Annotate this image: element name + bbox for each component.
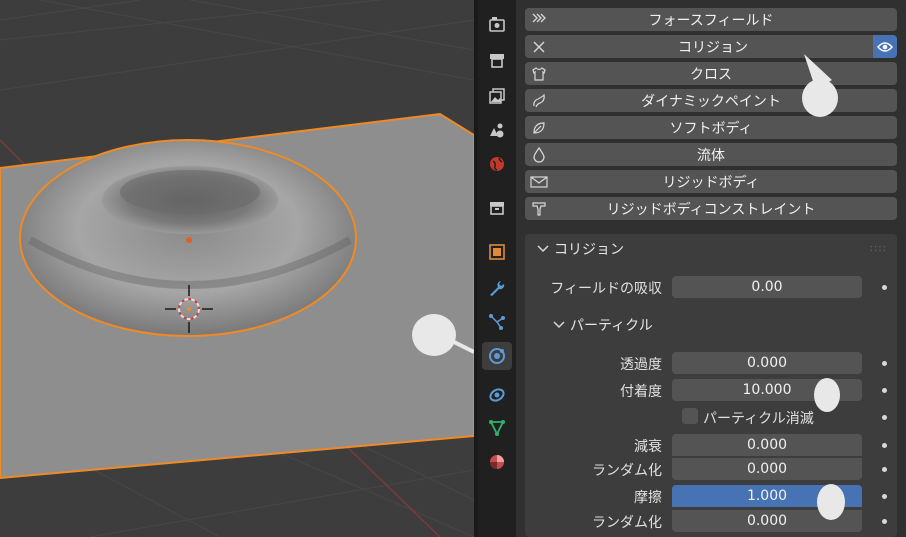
damping-field[interactable]: 0.000 (672, 434, 862, 456)
keyframe-dot[interactable] (882, 443, 887, 448)
friction-label: 摩擦 (634, 490, 662, 506)
callout-marker (412, 314, 456, 356)
rigid-body-constraint-label: リジッドボディコンストレイント (606, 201, 816, 218)
keyframe-dot[interactable] (882, 285, 887, 290)
brush-icon (525, 89, 553, 112)
tab-constraints[interactable] (482, 380, 512, 408)
rigid-body-button[interactable]: リジッドボディ (525, 170, 897, 193)
keyframe-dot[interactable] (882, 467, 887, 472)
tab-modifiers[interactable] (482, 274, 512, 302)
keyframe-dot[interactable] (882, 388, 887, 393)
force-field-button[interactable]: フォースフィールド (525, 8, 897, 31)
force-field-label: フォースフィールド (648, 12, 774, 29)
particles-icon (489, 314, 505, 330)
soft-body-label: ソフトボディ (669, 120, 753, 137)
keyframe-dot[interactable] (882, 494, 887, 499)
material-sphere-icon (490, 455, 504, 469)
droplet-icon (525, 143, 553, 166)
constraint-icon (525, 197, 553, 220)
viewport-scene (0, 0, 474, 537)
damping-randomize-field[interactable]: 0.000 (672, 458, 862, 480)
stickiness-label: 付着度 (620, 384, 662, 400)
field-absorption-label: フィールドの吸収 (550, 281, 662, 297)
tab-render[interactable] (482, 10, 512, 38)
image-stack-icon (489, 88, 505, 104)
shirt-icon (525, 62, 553, 85)
kill-particles-checkbox[interactable] (682, 408, 698, 424)
3d-viewport[interactable] (0, 0, 474, 537)
keyframe-dot[interactable] (882, 361, 887, 366)
permeability-label: 透過度 (620, 357, 662, 373)
kill-particles-label: パーティクル消滅 (703, 411, 814, 427)
chevron-down-icon (553, 321, 565, 329)
eye-icon[interactable] (873, 35, 897, 58)
tab-output[interactable] (482, 46, 512, 74)
keyframe-dot[interactable] (882, 415, 887, 420)
tab-scene[interactable] (482, 116, 512, 144)
tab-physics[interactable] (482, 342, 512, 370)
rigid-body-icon (525, 170, 553, 193)
render-camera-icon (489, 17, 505, 32)
collision-panel-title: コリジョン (554, 242, 624, 258)
scene-icon (490, 123, 504, 138)
object-origin (186, 237, 192, 243)
keyframe-dot[interactable] (882, 519, 887, 524)
tab-world[interactable] (482, 150, 512, 178)
tab-data[interactable] (482, 414, 512, 442)
soft-body-icon (525, 116, 553, 139)
tab-object[interactable] (482, 238, 512, 266)
tab-view-layer[interactable] (482, 82, 512, 110)
constraint-orbit-icon (489, 388, 505, 402)
physics-orbit-icon (489, 348, 505, 364)
damping-label: 減衰 (634, 439, 662, 455)
rigid-body-label: リジッドボディ (662, 174, 760, 191)
callout-marker-collision (802, 54, 838, 117)
rigid-body-constraint-button[interactable]: リジッドボディコンストレイント (525, 197, 897, 220)
particle-subpanel-title: パーティクル (570, 318, 653, 334)
mesh-data-icon (489, 420, 505, 437)
damping-randomize-label: ランダム化 (592, 463, 662, 479)
world-globe-icon (490, 157, 504, 171)
drag-handle-icon[interactable]: :::: (870, 243, 887, 254)
field-absorption-field[interactable]: 0.00 (672, 276, 862, 298)
close-x-icon[interactable] (525, 35, 553, 58)
wrench-icon (490, 281, 505, 296)
collision-panel-header[interactable]: コリジョン :::: (525, 234, 897, 264)
x-axis-line-front (339, 439, 441, 537)
force-field-icon (525, 8, 553, 31)
tab-collection[interactable] (482, 194, 512, 222)
particle-subpanel-header[interactable]: パーティクル (525, 310, 897, 340)
properties-editor: フォースフィールド コリジョン クロス ダイナミックペイント ソフトボディ 流体… (516, 0, 906, 537)
friction-randomize-label: ランダム化 (592, 515, 662, 531)
object-square-icon (489, 244, 505, 260)
tab-material[interactable] (482, 448, 512, 476)
permeability-field[interactable]: 0.000 (672, 352, 862, 374)
printer-icon (490, 54, 504, 68)
callout-marker-friction (817, 484, 845, 520)
fluid-label: 流体 (697, 147, 725, 164)
fluid-button[interactable]: 流体 (525, 143, 897, 166)
properties-tab-strip (478, 0, 516, 537)
collection-box-icon (490, 202, 504, 215)
chevron-down-icon (537, 245, 549, 253)
callout-marker-stickiness (814, 378, 840, 412)
tab-particles[interactable] (482, 308, 512, 336)
